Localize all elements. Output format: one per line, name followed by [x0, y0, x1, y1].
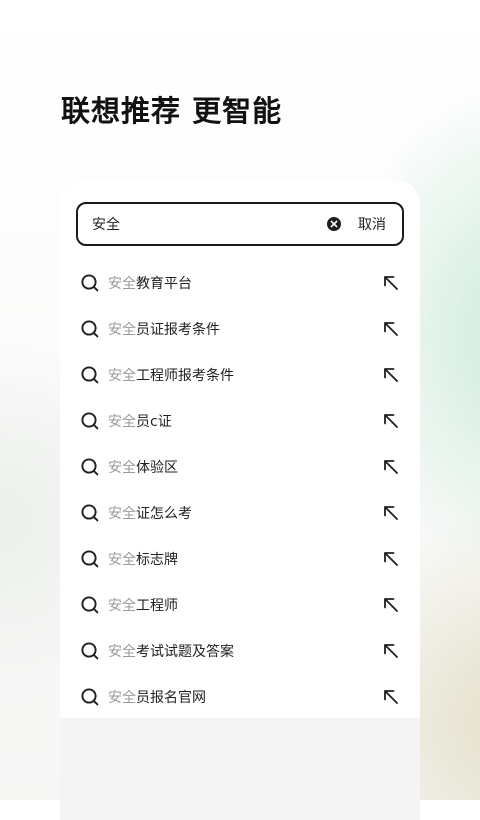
suggestion-rest: 员证报考条件	[136, 322, 220, 338]
page-title: 联想推荐 更智能	[61, 94, 283, 128]
suggestion-text: 安全员证报考条件	[108, 319, 382, 339]
suggestion-match: 安全	[108, 414, 136, 430]
arrow-up-left-icon[interactable]	[382, 688, 400, 706]
search-icon	[81, 642, 99, 660]
suggestion-rest: 体验区	[136, 460, 178, 476]
search-icon	[81, 596, 99, 614]
suggestion-match: 安全	[108, 368, 136, 384]
clear-icon	[327, 217, 341, 231]
suggestion-item[interactable]: 安全考试试题及答案	[60, 628, 420, 674]
arrow-up-left-icon[interactable]	[382, 274, 400, 292]
search-icon	[81, 458, 99, 476]
suggestion-text: 安全标志牌	[108, 549, 382, 569]
suggestion-match: 安全	[108, 598, 136, 614]
suggestion-text: 安全体验区	[108, 457, 382, 477]
suggestion-item[interactable]: 安全员c证	[60, 398, 420, 444]
arrow-up-left-icon[interactable]	[382, 458, 400, 476]
suggestion-match: 安全	[108, 460, 136, 476]
suggestion-rest: 标志牌	[136, 552, 178, 568]
suggestion-item[interactable]: 安全员证报考条件	[60, 306, 420, 352]
suggestion-text: 安全教育平台	[108, 273, 382, 293]
arrow-up-left-icon[interactable]	[382, 504, 400, 522]
suggestion-text: 安全员c证	[108, 411, 382, 431]
suggestion-item[interactable]: 安全工程师	[60, 582, 420, 628]
suggestion-text: 安全考试试题及答案	[108, 641, 382, 661]
arrow-up-left-icon[interactable]	[382, 366, 400, 384]
suggestion-match: 安全	[108, 690, 136, 706]
search-panel: 取消 安全教育平台 安全员证报考条件 安全工程师报考条件 安全员c证	[60, 180, 420, 718]
search-icon	[81, 320, 99, 338]
suggestion-item[interactable]: 安全证怎么考	[60, 490, 420, 536]
arrow-up-left-icon[interactable]	[382, 642, 400, 660]
suggestion-match: 安全	[108, 644, 136, 660]
suggestion-item[interactable]: 安全教育平台	[60, 260, 420, 306]
suggestion-item[interactable]: 安全体验区	[60, 444, 420, 490]
suggestion-item[interactable]: 安全标志牌	[60, 536, 420, 582]
suggestion-match: 安全	[108, 506, 136, 522]
suggestion-rest: 教育平台	[136, 276, 192, 292]
arrow-up-left-icon[interactable]	[382, 550, 400, 568]
suggestion-rest: 工程师	[136, 598, 178, 614]
suggestion-rest: 证怎么考	[136, 506, 192, 522]
search-card: 取消 安全教育平台 安全员证报考条件 安全工程师报考条件 安全员c证	[60, 180, 420, 820]
suggestion-item[interactable]: 安全工程师报考条件	[60, 352, 420, 398]
search-icon	[81, 366, 99, 384]
arrow-up-left-icon[interactable]	[382, 412, 400, 430]
suggestion-text: 安全员报名官网	[108, 687, 382, 707]
arrow-up-left-icon[interactable]	[382, 320, 400, 338]
search-icon	[81, 504, 99, 522]
suggestion-text: 安全证怎么考	[108, 503, 382, 523]
suggestion-text: 安全工程师	[108, 595, 382, 615]
cancel-button[interactable]: 取消	[358, 214, 386, 234]
search-input[interactable]	[78, 204, 326, 244]
search-icon	[81, 274, 99, 292]
suggestion-match: 安全	[108, 552, 136, 568]
suggestion-text: 安全工程师报考条件	[108, 365, 382, 385]
search-bar: 取消	[76, 202, 404, 246]
search-icon	[81, 688, 99, 706]
suggestion-rest: 员报名官网	[136, 690, 206, 706]
suggestion-rest: 员c证	[136, 414, 172, 430]
search-icon	[81, 550, 99, 568]
suggestion-list: 安全教育平台 安全员证报考条件 安全工程师报考条件 安全员c证 安全体验区 安全…	[60, 260, 420, 720]
suggestion-item[interactable]: 安全员报名官网	[60, 674, 420, 720]
suggestion-match: 安全	[108, 276, 136, 292]
suggestion-rest: 考试试题及答案	[136, 644, 234, 660]
suggestion-rest: 工程师报考条件	[136, 368, 234, 384]
search-icon	[81, 412, 99, 430]
suggestion-match: 安全	[108, 322, 136, 338]
arrow-up-left-icon[interactable]	[382, 596, 400, 614]
clear-button[interactable]	[326, 216, 342, 232]
